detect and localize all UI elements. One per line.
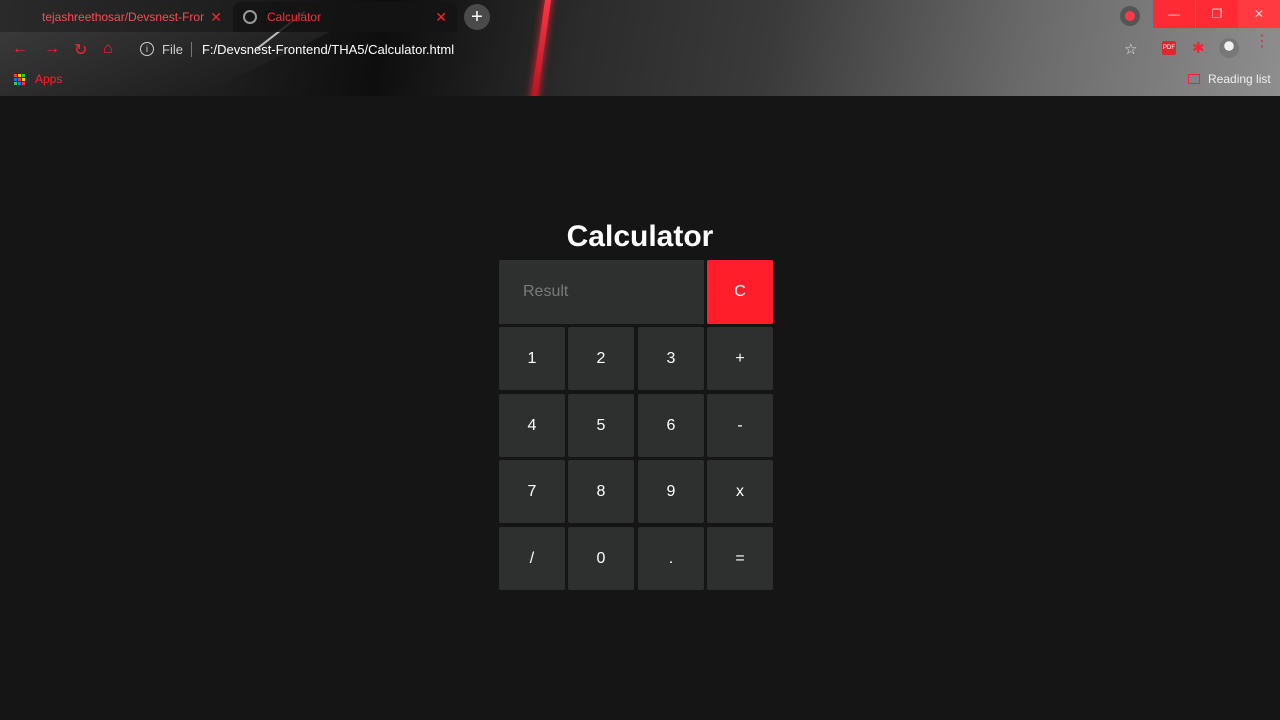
back-arrow-icon[interactable]: ← [12,40,28,58]
key-minus[interactable]: - [707,394,773,457]
profile-avatar[interactable] [1219,38,1239,58]
forward-arrow-icon[interactable]: → [44,40,60,58]
new-tab-button[interactable]: + [464,4,490,30]
home-icon[interactable]: ⌂ [103,40,113,58]
key-8[interactable]: 8 [568,460,634,523]
key-5[interactable]: 5 [568,394,634,457]
key-1[interactable]: 1 [499,327,565,390]
apps-grid-icon [14,73,25,85]
key-2[interactable]: 2 [568,327,634,390]
key-9[interactable]: 9 [638,460,704,523]
reload-icon[interactable]: ↻ [74,40,87,60]
minimize-button[interactable]: — [1153,0,1195,28]
address-url[interactable]: F:/Devsnest-Frontend/THA5/Calculator.htm… [202,42,454,57]
address-scheme: File [162,41,192,57]
apps-shortcut[interactable]: Apps [14,72,62,86]
key-multiply[interactable]: x [707,460,773,523]
key-equals[interactable]: = [707,527,773,590]
address-bar[interactable]: i File F:/Devsnest-Frontend/THA5/Calcula… [132,35,1152,63]
extensions-puzzle-icon[interactable]: ✱ [1192,39,1205,57]
page-content: Calculator C 1 2 3 + 4 5 6 - 7 8 9 x / 0… [0,96,1280,720]
globe-icon [243,10,257,24]
browser-chrome: tejashreethosar/Devsnest-Fronte ✕ Calcul… [0,0,1280,96]
more-menu-icon[interactable]: ⋮ [1254,34,1270,50]
pdf-extension-icon[interactable]: PDF [1162,41,1176,55]
tab-strip: tejashreethosar/Devsnest-Fronte ✕ Calcul… [0,0,1280,32]
result-input[interactable] [499,260,704,324]
key-6[interactable]: 6 [638,394,704,457]
key-plus[interactable]: + [707,327,773,390]
tab-search-icon[interactable] [1120,6,1140,26]
key-0[interactable]: 0 [568,527,634,590]
apps-label: Apps [35,72,63,86]
key-decimal[interactable]: . [638,527,704,590]
close-window-button[interactable]: ✕ [1238,0,1280,28]
reading-list-button[interactable]: Reading list [1188,72,1271,86]
key-7[interactable]: 7 [499,460,565,523]
bookmark-star-icon[interactable]: ☆ [1124,40,1137,58]
browser-toolbar: ← → ↻ ⌂ i File F:/Devsnest-Frontend/THA5… [0,32,1280,66]
key-3[interactable]: 3 [638,327,704,390]
reading-list-icon [1188,74,1200,84]
info-icon[interactable]: i [140,42,154,56]
tab-github[interactable]: tejashreethosar/Devsnest-Fronte ✕ [8,2,232,32]
tab-calculator[interactable]: Calculator ✕ [233,2,457,32]
tab-title: tejashreethosar/Devsnest-Fronte [42,10,205,24]
maximize-button[interactable]: ❐ [1196,0,1238,28]
close-icon[interactable]: ✕ [210,9,222,26]
key-divide[interactable]: / [499,527,565,590]
reading-list-label: Reading list [1208,72,1271,86]
clear-button[interactable]: C [707,260,773,324]
tab-title: Calculator [267,10,322,24]
page-title: Calculator [566,220,714,253]
key-4[interactable]: 4 [499,394,565,457]
close-icon[interactable]: ✕ [435,9,447,26]
bookmarks-bar: Apps Reading list [0,66,1280,92]
